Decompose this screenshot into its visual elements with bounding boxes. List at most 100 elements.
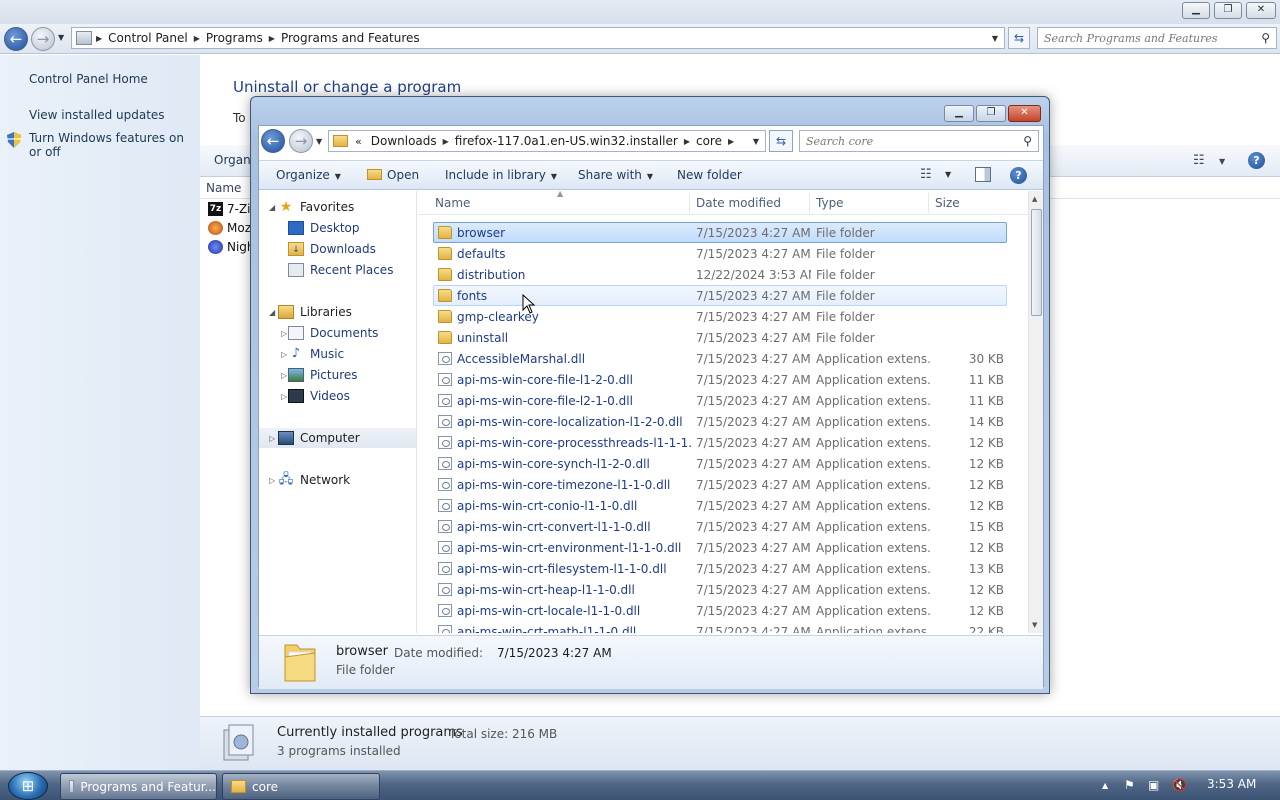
crumb-overflow-icon[interactable]: « <box>352 135 365 148</box>
bg-search-input[interactable] <box>1044 31 1262 45</box>
refresh-icon[interactable]: ⇆ <box>1008 27 1030 49</box>
explorer-breadcrumb[interactable]: « Downloads ▶ firefox-117.0a1.en-US.win3… <box>328 130 766 152</box>
change-view-icon[interactable]: ☷ <box>1193 153 1205 168</box>
file-list-scrollbar[interactable]: ▲ ▼ <box>1028 191 1043 633</box>
explorer-recent-chevron-icon[interactable]: ▼ <box>316 137 322 146</box>
bg-help-icon[interactable]: ? <box>1248 152 1265 169</box>
maximize-button[interactable]: ❐ <box>976 105 1006 122</box>
nav-network[interactable]: 🖧 Network <box>259 470 416 490</box>
crumb-downloads[interactable]: Downloads <box>365 134 443 148</box>
close-button[interactable]: ✕ <box>1008 105 1041 122</box>
scroll-up-icon[interactable]: ▲ <box>1032 195 1037 203</box>
file-row[interactable]: AccessibleMarshal.dll 7/15/2023 4:27 AM Ap… <box>433 348 1007 369</box>
nav-music[interactable]: ♪ Music <box>259 344 416 364</box>
help-icon[interactable]: ? <box>1010 167 1027 184</box>
search-icon[interactable]: ⚲ <box>1023 134 1032 148</box>
change-view-icon[interactable]: ☷ <box>920 167 932 182</box>
bg-minimize-button[interactable]: ▁ <box>1182 2 1210 19</box>
program-item[interactable]: Moz <box>208 221 251 235</box>
explorer-refresh-icon[interactable]: ⇆ <box>769 130 793 152</box>
taskbar-clock[interactable]: 3:53 AM <box>1207 777 1256 791</box>
type-column-header[interactable]: Type <box>816 196 844 210</box>
explorer-forward-icon[interactable]: → <box>289 129 313 153</box>
network-tray-icon[interactable]: ▣ <box>1148 778 1159 792</box>
file-row[interactable]: api-ms-win-core-synch-l1-2-0.dll 7/15/202… <box>433 453 1007 474</box>
new-folder-button[interactable]: New folder <box>677 168 742 182</box>
nav-desktop[interactable]: Desktop <box>259 218 416 238</box>
control-panel-home-link[interactable]: Control Panel Home <box>29 72 189 86</box>
forward-icon[interactable]: → <box>31 27 55 51</box>
explorer-search-box[interactable]: ⚲ <box>799 130 1039 152</box>
size-column-header[interactable]: Size <box>935 196 960 210</box>
file-row[interactable]: fonts 7/15/2023 4:27 AM File folder <box>433 285 1007 306</box>
scrollbar-thumb[interactable] <box>1031 209 1042 316</box>
nav-downloads[interactable]: ↓ Downloads <box>259 239 416 259</box>
include-in-library-button[interactable]: Include in library ▼ <box>445 168 557 182</box>
nav-favorites[interactable]: ★ Favorites <box>259 197 416 217</box>
file-row[interactable]: api-ms-win-core-timezone-l1-1-0.dll 7/15/… <box>433 474 1007 495</box>
share-with-button[interactable]: Share with ▼ <box>578 168 653 182</box>
explorer-back-icon[interactable]: ← <box>261 129 285 153</box>
file-row[interactable]: uninstall 7/15/2023 4:27 AM File folder <box>433 327 1007 348</box>
nav-videos[interactable]: Videos <box>259 386 416 406</box>
search-icon[interactable]: ⚲ <box>1261 31 1270 45</box>
file-row[interactable]: api-ms-win-core-localization-l1-2-0.dll 7… <box>433 411 1007 432</box>
file-row[interactable]: api-ms-win-crt-conio-l1-1-0.dll 7/15/2023… <box>433 495 1007 516</box>
minimize-button[interactable]: ▁ <box>944 105 974 122</box>
file-row[interactable]: api-ms-win-crt-environment-l1-1-0.dll 7/1… <box>433 537 1007 558</box>
nav-documents[interactable]: Documents <box>259 323 416 343</box>
crumb-control-panel[interactable]: Control Panel <box>102 31 194 45</box>
file-row[interactable]: api-ms-win-core-file-l1-2-0.dll 7/15/2023… <box>433 369 1007 390</box>
bg-close-button[interactable]: ✕ <box>1246 2 1276 19</box>
column-divider[interactable] <box>689 193 690 213</box>
column-divider[interactable] <box>928 193 929 213</box>
scroll-down-icon[interactable]: ▼ <box>1032 621 1037 629</box>
bg-organize-button[interactable]: Organi <box>214 153 254 167</box>
bg-breadcrumb[interactable]: ▶ Control Panel ▶ Programs ▶ Programs an… <box>71 27 1005 49</box>
file-row[interactable]: defaults 7/15/2023 4:27 AM File folder <box>433 243 1007 264</box>
preview-pane-icon[interactable] <box>975 167 991 182</box>
explorer-address-dropdown-icon[interactable]: ▼ <box>753 137 759 146</box>
file-row[interactable]: distribution 12/22/2024 3:53 AM File folde… <box>433 264 1007 285</box>
nav-recent-places[interactable]: Recent Places <box>259 260 416 280</box>
crumb-programs[interactable]: Programs <box>200 31 269 45</box>
taskbar-programs-and-features[interactable]: Programs and Featur... <box>60 773 217 800</box>
organize-button[interactable]: Organize ▼ <box>276 168 341 182</box>
recent-pages-chevron-icon[interactable]: ▼ <box>58 33 64 42</box>
bg-maximize-button[interactable]: ❐ <box>1214 2 1242 19</box>
turn-windows-features-link[interactable]: Turn Windows features on or off <box>29 131 189 159</box>
program-item[interactable]: 7z 7-Zi <box>208 202 251 216</box>
view-chevron-icon[interactable]: ▼ <box>945 170 951 179</box>
file-row[interactable]: gmp-clearkey 7/15/2023 4:27 AM File folder <box>433 306 1007 327</box>
file-row[interactable]: browser 7/15/2023 4:27 AM File folder <box>433 222 1007 243</box>
file-row[interactable]: api-ms-win-crt-filesystem-l1-1-0.dll 7/15… <box>433 558 1007 579</box>
view-options-chevron-icon[interactable]: ▼ <box>1219 157 1225 166</box>
action-center-flag-icon[interactable]: ⚑ <box>1124 778 1135 792</box>
file-row[interactable]: api-ms-win-crt-heap-l1-1-0.dll 7/15/2023 … <box>433 579 1007 600</box>
file-row[interactable]: api-ms-win-core-file-l2-1-0.dll 7/15/2023… <box>433 390 1007 411</box>
name-column-header[interactable]: Name <box>206 181 241 195</box>
open-button[interactable]: Open <box>367 168 419 182</box>
back-icon[interactable]: ← <box>4 27 28 51</box>
explorer-search-input[interactable] <box>806 134 1024 148</box>
name-column-header[interactable]: Name <box>435 196 470 210</box>
file-row[interactable]: api-ms-win-core-processthreads-l1-1-1.dl… <box>433 432 1007 453</box>
start-button[interactable]: ⊞ <box>8 772 48 800</box>
address-dropdown-icon[interactable]: ▼ <box>992 34 998 43</box>
crumb-programs-and-features[interactable]: Programs and Features <box>275 31 426 45</box>
volume-muted-icon[interactable]: 🔇 <box>1172 778 1187 792</box>
date-column-header[interactable]: Date modified <box>696 196 781 210</box>
crumb-firefox-installer[interactable]: firefox-117.0a1.en-US.win32.installer <box>449 134 684 148</box>
crumb-core[interactable]: core <box>690 134 728 148</box>
file-row[interactable]: api-ms-win-crt-convert-l1-1-0.dll 7/15/20… <box>433 516 1007 537</box>
nav-pictures[interactable]: Pictures <box>259 365 416 385</box>
column-divider[interactable] <box>809 193 810 213</box>
view-installed-updates-link[interactable]: View installed updates <box>29 108 189 122</box>
nav-libraries[interactable]: Libraries <box>259 302 416 322</box>
file-row[interactable]: api-ms-win-crt-math-l1-1-0.dll 7/15/2023 … <box>433 621 1007 633</box>
program-item[interactable]: Nigh <box>208 240 255 254</box>
taskbar-core-folder[interactable]: core <box>222 773 380 800</box>
file-row[interactable]: api-ms-win-crt-locale-l1-1-0.dll 7/15/202… <box>433 600 1007 621</box>
show-hidden-icons-icon[interactable]: ▲ <box>1102 781 1108 790</box>
bg-search-box[interactable]: ⚲ <box>1037 27 1277 49</box>
